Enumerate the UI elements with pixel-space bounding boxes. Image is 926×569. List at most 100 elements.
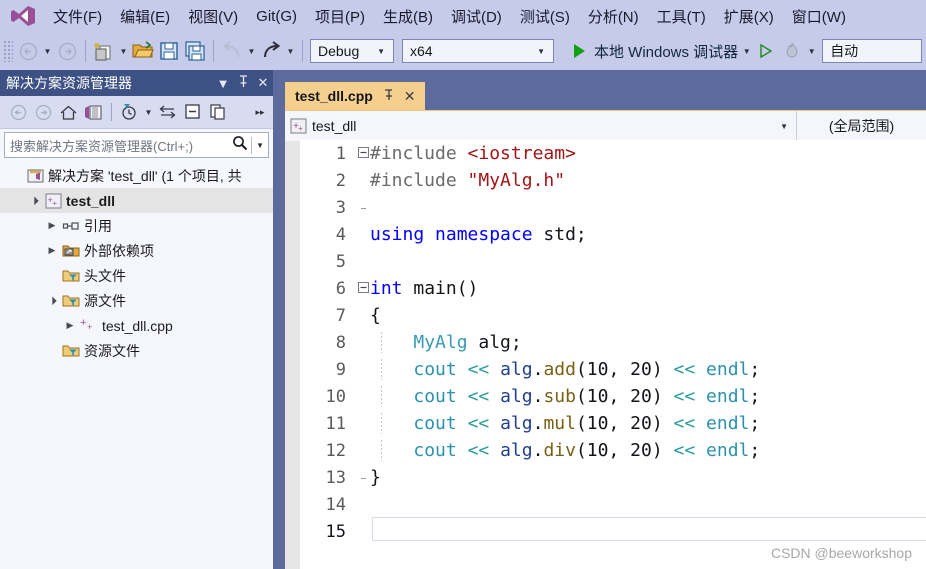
navigate-back-dropdown-icon[interactable]: ▼: [41, 38, 54, 64]
code-line[interactable]: 12 cout << alg.div(10, 20) << endl;: [300, 437, 926, 464]
code-line[interactable]: 14: [300, 491, 926, 518]
play-solid-icon[interactable]: [566, 38, 592, 64]
overflow-icon[interactable]: ▸▸: [251, 100, 269, 124]
fold-collapse-icon[interactable]: [356, 146, 370, 161]
code-line[interactable]: 15: [300, 517, 926, 545]
hot-reload-icon[interactable]: [779, 38, 805, 64]
filter-folder-icon: [60, 343, 82, 358]
panel-splitter[interactable]: [273, 70, 285, 569]
search-input[interactable]: 搜索解决方案资源管理器(Ctrl+;): [5, 136, 229, 155]
code-line[interactable]: 11 cout << alg.mul(10, 20) << endl;: [300, 410, 926, 437]
code-line[interactable]: 6 int main(): [300, 275, 926, 302]
collapse-twisty-icon[interactable]: ▶: [44, 220, 60, 231]
sync-with-active-document-icon[interactable]: [155, 100, 180, 124]
menu-item-11[interactable]: 扩展(X): [715, 3, 783, 30]
hot-reload-dropdown-icon[interactable]: ▼: [805, 38, 818, 64]
solution-configuration-combo[interactable]: Debug ▼: [310, 39, 394, 63]
menu-item-12[interactable]: 窗口(W): [783, 3, 855, 30]
save-icon[interactable]: [156, 38, 182, 64]
tab-test-dll-cpp[interactable]: test_dll.cpp ✕: [285, 82, 425, 110]
pin-icon[interactable]: [233, 75, 253, 91]
menu-item-7[interactable]: 调试(D): [442, 3, 511, 30]
code-line[interactable]: 2 #include "MyAlg.h": [300, 167, 926, 194]
menu-item-6[interactable]: 生成(B): [374, 3, 442, 30]
fold-collapse-icon[interactable]: [356, 281, 370, 296]
code-line[interactable]: 10 cout << alg.sub(10, 20) << endl;: [300, 383, 926, 410]
menu-item-3[interactable]: 视图(V): [179, 3, 247, 30]
project-scope-combo[interactable]: + + test_dll ▼: [285, 111, 797, 141]
navigate-back-icon[interactable]: [6, 100, 31, 124]
play-hollow-icon[interactable]: [753, 38, 779, 64]
navigate-back-icon[interactable]: [15, 38, 41, 64]
solution-explorer-search-box[interactable]: 搜索解决方案资源管理器(Ctrl+;) ▼: [4, 132, 269, 158]
search-icon[interactable]: [229, 135, 251, 156]
collapse-twisty-icon[interactable]: ▶: [44, 245, 60, 256]
navigate-forward-icon[interactable]: [31, 100, 56, 124]
auto-combo[interactable]: 自动: [822, 39, 923, 63]
menu-item-2[interactable]: 编辑(E): [111, 3, 179, 30]
chevron-down-icon[interactable]: ▼: [213, 76, 233, 91]
tree-item[interactable]: 头文件: [0, 263, 273, 288]
standard-toolbar: ▼ ▼ ▼ ▼ Debug ▼ x64 ▼ 本地 Windows 调试器 ▼ ▼…: [0, 32, 926, 70]
toolbar-grip[interactable]: [3, 40, 13, 62]
tree-item-label: 源文件: [84, 292, 126, 309]
tree-item[interactable]: 资源文件: [0, 338, 273, 363]
code-line[interactable]: 4 using namespace std;: [300, 221, 926, 248]
close-icon[interactable]: ✕: [401, 88, 419, 105]
code-token: alg: [500, 386, 533, 407]
code-token: cout: [413, 359, 457, 380]
menu-item-10[interactable]: 工具(T): [648, 3, 715, 30]
line-number: 11: [325, 413, 346, 434]
code-line[interactable]: 7{: [300, 302, 926, 329]
menu-item-1[interactable]: 文件(F): [44, 3, 111, 30]
solution-platform-combo[interactable]: x64 ▼: [402, 39, 554, 63]
code-token: main(): [402, 278, 479, 299]
tree-item[interactable]: 解决方案 'test_dll' (1 个项目, 共: [0, 163, 273, 188]
chevron-down-icon[interactable]: ▼: [142, 100, 155, 124]
undo-icon[interactable]: [219, 38, 245, 64]
tree-item[interactable]: ▶ + + test_dll.cpp: [0, 313, 273, 338]
expand-twisty-icon[interactable]: ◢: [43, 292, 61, 310]
solution-explorer-icon[interactable]: [81, 100, 106, 124]
start-debugging-dropdown-icon[interactable]: ▼: [740, 38, 753, 64]
chevron-down-icon[interactable]: ▼: [251, 136, 268, 154]
code-line[interactable]: 5: [300, 248, 926, 275]
save-all-icon[interactable]: [182, 38, 208, 64]
tree-item[interactable]: ◢ + + test_dll: [0, 188, 273, 213]
menu-item-9[interactable]: 分析(N): [579, 3, 648, 30]
expand-twisty-icon[interactable]: ◢: [25, 192, 43, 210]
filter-folder-icon: [60, 293, 82, 308]
home-icon[interactable]: [56, 100, 81, 124]
redo-dropdown-icon[interactable]: ▼: [284, 38, 297, 64]
tree-item[interactable]: ▶ 外部依赖项: [0, 238, 273, 263]
undo-dropdown-icon[interactable]: ▼: [245, 38, 258, 64]
collapse-twisty-icon[interactable]: ▶: [62, 320, 78, 331]
tree-item[interactable]: ▶ 引用: [0, 213, 273, 238]
code-editor[interactable]: 1 #include <iostream> 2 #include "MyAlg.h" 3…: [300, 140, 926, 569]
code-line[interactable]: 9 cout << alg.add(10, 20) << endl;: [300, 356, 926, 383]
pending-changes-filter-icon[interactable]: [117, 100, 142, 124]
tree-item[interactable]: ◢ 源文件: [0, 288, 273, 313]
new-item-icon[interactable]: [91, 38, 117, 64]
open-file-icon[interactable]: [130, 38, 156, 64]
line-number: 10: [325, 386, 346, 407]
code-line[interactable]: 8 MyAlg alg;: [300, 329, 926, 356]
menu-item-8[interactable]: 测试(S): [511, 3, 579, 30]
menu-item-4[interactable]: Git(G): [247, 5, 306, 28]
close-icon[interactable]: ✕: [253, 75, 273, 91]
navigate-forward-icon[interactable]: [54, 38, 80, 64]
pin-icon[interactable]: [373, 88, 401, 104]
start-debugging-button[interactable]: 本地 Windows 调试器: [592, 41, 740, 62]
member-scope-combo[interactable]: (全局范围): [797, 111, 926, 141]
redo-icon[interactable]: [258, 38, 284, 64]
show-all-files-icon[interactable]: [205, 100, 230, 124]
collapse-all-icon[interactable]: [180, 100, 205, 124]
code-line[interactable]: 13}: [300, 464, 926, 491]
code-line[interactable]: 3: [300, 194, 926, 221]
menu-item-5[interactable]: 项目(P): [306, 3, 374, 30]
new-item-dropdown-icon[interactable]: ▼: [117, 38, 130, 64]
code-line[interactable]: 1 #include <iostream>: [300, 140, 926, 167]
